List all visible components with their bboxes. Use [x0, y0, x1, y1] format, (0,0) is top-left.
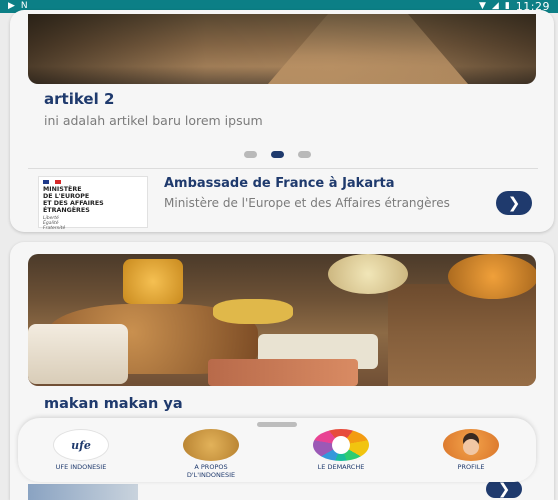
indonesia-map-icon [183, 429, 239, 461]
wheel-center [332, 436, 350, 454]
image-shape [213, 299, 293, 324]
ministry-logo: MINISTÈRE DE L'EUROPE ET DES AFFAIRES ÉT… [38, 176, 148, 231]
nav-label: A PROPOS D'L'INDONESIE [186, 463, 236, 479]
corridor-shape [268, 14, 468, 84]
divider [28, 168, 538, 169]
nav-item-demarche[interactable]: LE DEMARCHE [286, 429, 396, 471]
avatar-face [463, 439, 479, 455]
carousel-indicator [244, 151, 311, 158]
image-shape [208, 359, 358, 386]
nav-label: PROFILE [457, 463, 485, 471]
embassy-open-button[interactable]: ❯ [496, 191, 532, 215]
food-title[interactable]: makan makan ya [44, 396, 183, 412]
demarche-wheel-icon [313, 429, 369, 461]
article-description: ini adalah artikel baru lorem ipsum [44, 113, 263, 128]
carousel-dot-3[interactable] [298, 151, 311, 158]
video-icon: ▶ [8, 1, 15, 11]
profile-avatar-icon [443, 429, 499, 461]
nav-label: UFE INDONESIE [55, 463, 107, 471]
carousel-dot-1[interactable] [244, 151, 257, 158]
article-card: artikel 2 ini adalah artikel baru lorem … [10, 10, 554, 232]
ministry-logo-motto: Liberté Égalité Fraternité [43, 216, 66, 231]
carousel-dot-2[interactable] [271, 151, 284, 158]
image-shape [28, 324, 128, 384]
nav-item-profile[interactable]: PROFILE [416, 429, 526, 471]
article-title[interactable]: artikel 2 [44, 90, 114, 108]
image-shape [388, 284, 536, 386]
embassy-subtitle: Ministère de l'Europe et des Affaires ét… [164, 196, 450, 210]
food-image[interactable] [28, 254, 536, 386]
article-image[interactable] [28, 14, 536, 84]
bottom-nav-sheet: ufe UFE INDONESIE A PROPOS D'L'INDONESIE… [18, 418, 536, 482]
chevron-right-icon: ❯ [507, 194, 521, 212]
image-shape [123, 259, 183, 304]
embassy-title[interactable]: Ambassade de France à Jakarta [164, 176, 395, 191]
image-shape [328, 254, 408, 294]
ufe-logo-text: ufe [71, 438, 91, 452]
ministry-logo-text: MINISTÈRE DE L'EUROPE ET DES AFFAIRES ÉT… [43, 186, 104, 214]
drag-handle[interactable] [257, 422, 297, 427]
chevron-right-icon: ❯ [497, 480, 511, 498]
nav-label: LE DEMARCHE [317, 463, 365, 471]
next-open-button[interactable]: ❯ [486, 480, 522, 498]
nav-item-apropos[interactable]: A PROPOS D'L'INDONESIE [156, 429, 266, 479]
french-flag-icon [43, 180, 61, 184]
image-shape [448, 254, 536, 299]
ufe-logo-icon: ufe [53, 429, 109, 461]
next-card-image [28, 484, 138, 500]
nav-item-ufe[interactable]: ufe UFE INDONESIE [26, 429, 136, 471]
